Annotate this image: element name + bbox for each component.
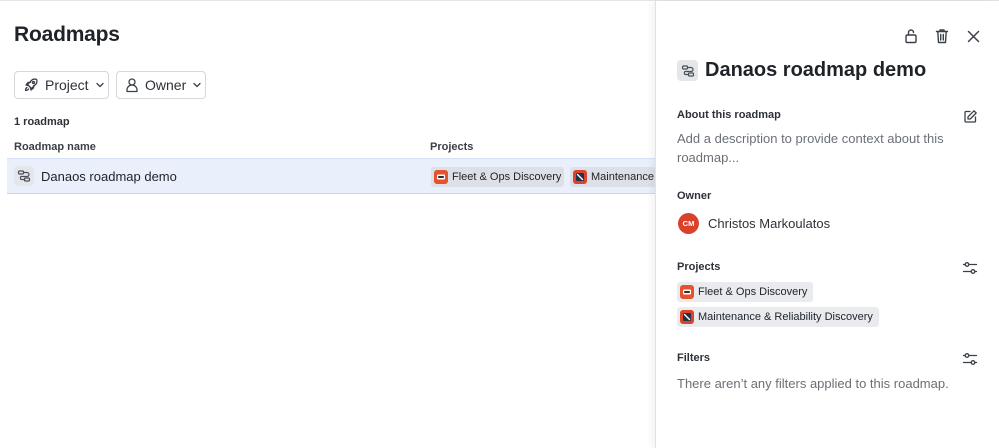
rocket-icon (23, 77, 39, 93)
ship-icon (680, 285, 694, 299)
project-filter-button[interactable]: Project (14, 71, 109, 99)
panel-title[interactable]: Danaos roadmap demo (705, 59, 926, 82)
project-filter-label: Project (45, 77, 89, 93)
column-header-projects[interactable]: Projects (430, 141, 473, 153)
ship-icon (434, 170, 448, 184)
roadmaps-page: Roadmaps Project Owner 1 roadmap Roadmap… (0, 1, 656, 448)
roadmap-icon (14, 166, 34, 186)
page-title: Roadmaps (14, 23, 120, 46)
owner-name[interactable]: Christos Markoulatos (708, 216, 830, 231)
roadmap-name[interactable]: Danaos roadmap demo (41, 169, 177, 184)
project-chip[interactable]: Maintenance (570, 167, 656, 187)
person-icon (125, 77, 139, 93)
filters-section-label: Filters (677, 352, 711, 364)
edit-icon[interactable] (961, 107, 979, 125)
close-icon[interactable] (964, 27, 982, 45)
project-chip[interactable]: Maintenance & Reliability Discovery (677, 307, 879, 327)
owner-filter-button[interactable]: Owner (116, 71, 206, 99)
roadmap-details-panel: Danaos roadmap demo About this roadmap A… (655, 1, 999, 448)
column-header-roadmap-name[interactable]: Roadmap name (14, 141, 96, 153)
chevron-down-icon (95, 80, 105, 90)
project-chip-label: Fleet & Ops Discovery (452, 171, 562, 183)
project-chip-label: Fleet & Ops Discovery (698, 286, 808, 298)
wrench-icon (573, 170, 587, 184)
avatar: CM (678, 213, 699, 234)
project-chip-label: Maintenance & Reliability Discovery (698, 311, 873, 323)
sliders-icon[interactable] (961, 350, 979, 368)
project-chip-label: Maintenance (591, 171, 654, 183)
filters-empty-text: There aren’t any filters applied to this… (677, 376, 949, 391)
description-input[interactable]: Add a description to provide context abo… (677, 129, 967, 167)
owner-section-label: Owner (677, 190, 712, 202)
owner-filter-label: Owner (145, 77, 187, 93)
projects-section-label: Projects (677, 261, 721, 273)
project-chip[interactable]: Fleet & Ops Discovery (431, 167, 564, 187)
sliders-icon[interactable] (961, 259, 979, 277)
chevron-down-icon (192, 80, 202, 90)
trash-icon[interactable] (933, 27, 951, 45)
table-row[interactable]: Danaos roadmap demo Fleet & Ops Discover… (7, 158, 656, 194)
wrench-icon (680, 310, 694, 324)
roadmap-count: 1 roadmap (14, 116, 70, 128)
project-chip[interactable]: Fleet & Ops Discovery (677, 282, 814, 302)
lock-open-icon[interactable] (902, 27, 920, 45)
roadmap-icon (677, 60, 698, 81)
about-section-label: About this roadmap (677, 109, 781, 121)
